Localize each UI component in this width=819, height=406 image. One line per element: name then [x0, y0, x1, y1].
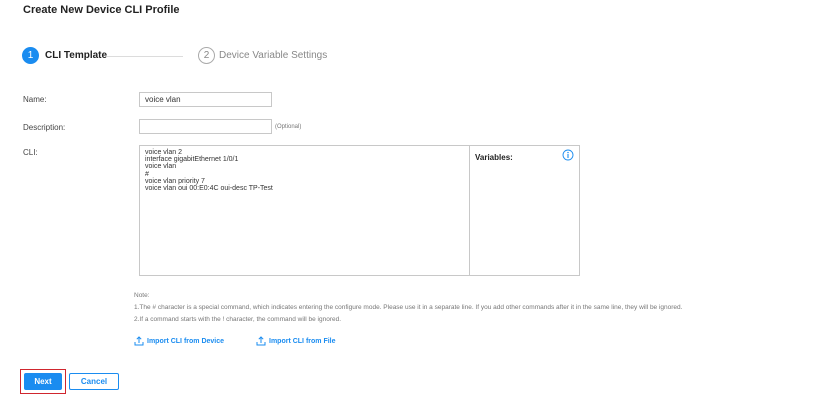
next-button[interactable]: Next: [24, 373, 62, 390]
note-line-1: 1.The # character is a special command, …: [134, 304, 683, 311]
cancel-button[interactable]: Cancel: [69, 373, 119, 390]
import-from-device-label: Import CLI from Device: [147, 337, 225, 345]
cli-divider: [469, 145, 470, 276]
step-2-label: Device Variable Settings: [219, 50, 328, 61]
upload-icon: [134, 336, 144, 346]
optional-hint: (Optional): [275, 124, 302, 130]
name-input[interactable]: voice vlan: [139, 92, 272, 107]
step-connector: [107, 56, 183, 57]
page-title: Create New Device CLI Profile: [23, 4, 180, 16]
step-1-indicator: 1: [22, 47, 39, 64]
note-title: Note:: [134, 292, 150, 299]
cli-label: CLI:: [23, 148, 38, 157]
import-from-file-link[interactable]: Import CLI from File: [256, 336, 336, 346]
info-icon[interactable]: [562, 149, 574, 161]
note-line-2: 2.If a command starts with the ! charact…: [134, 316, 342, 323]
description-label: Description:: [23, 123, 66, 132]
name-label: Name:: [23, 95, 47, 104]
import-from-file-label: Import CLI from File: [269, 337, 336, 345]
description-input[interactable]: [139, 119, 272, 134]
step-1-label: CLI Template: [45, 50, 108, 61]
upload-icon: [256, 336, 266, 346]
import-from-device-link[interactable]: Import CLI from Device: [134, 336, 224, 346]
step-2-indicator: 2: [198, 47, 215, 64]
cli-text[interactable]: voice vlan 2 interface gigabitEthernet 1…: [145, 149, 273, 192]
variables-label: Variables:: [475, 153, 513, 162]
